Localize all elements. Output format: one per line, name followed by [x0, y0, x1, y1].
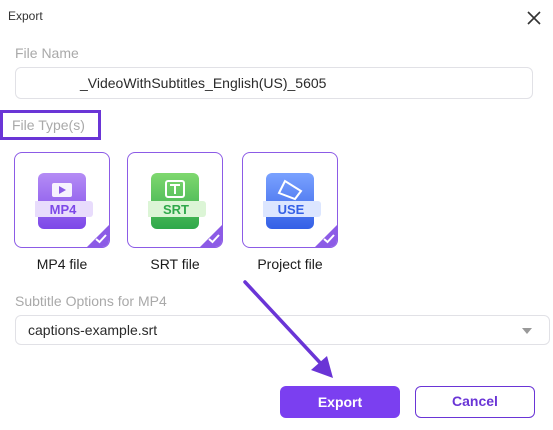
file-name-label: File Name [15, 45, 79, 61]
file-type-card-srt[interactable]: SRT [127, 152, 223, 248]
srt-file-label: SRT file [150, 256, 200, 272]
cancel-button[interactable]: Cancel [415, 386, 535, 418]
project-file-label: Project file [257, 256, 323, 272]
file-type-card-project[interactable]: USE [242, 152, 338, 248]
srt-check-icon [208, 234, 220, 244]
project-file-icon: USE [263, 173, 321, 229]
subtitle-options-value: captions-example.srt [28, 322, 158, 338]
use-badge-text: USE [278, 202, 305, 217]
project-check-icon [323, 234, 335, 244]
file-name-value: _VideoWithSubtitles_English(US)_5605 [80, 75, 327, 91]
subtitle-options-select[interactable]: captions-example.srt [15, 315, 550, 345]
export-button[interactable]: Export [280, 386, 400, 418]
chevron-down-icon [522, 328, 532, 334]
dialog-title: Export [8, 9, 43, 23]
subtitle-options-label: Subtitle Options for MP4 [15, 293, 167, 309]
mp4-badge-text: MP4 [50, 202, 78, 217]
mp4-check-icon [95, 234, 107, 244]
file-type-card-mp4[interactable]: MP4 [14, 152, 110, 248]
close-icon[interactable] [524, 8, 544, 28]
srt-badge-text: SRT [163, 202, 189, 217]
file-types-highlight: File Type(s) [0, 110, 101, 140]
file-name-field[interactable]: _VideoWithSubtitles_English(US)_5605 [15, 67, 533, 99]
mp4-file-label: MP4 file [36, 256, 88, 272]
srt-file-icon: SRT [148, 173, 206, 229]
mp4-file-icon: MP4 [35, 173, 93, 229]
file-name-prefix-redaction [16, 68, 66, 98]
file-types-label: File Type(s) [12, 117, 85, 133]
